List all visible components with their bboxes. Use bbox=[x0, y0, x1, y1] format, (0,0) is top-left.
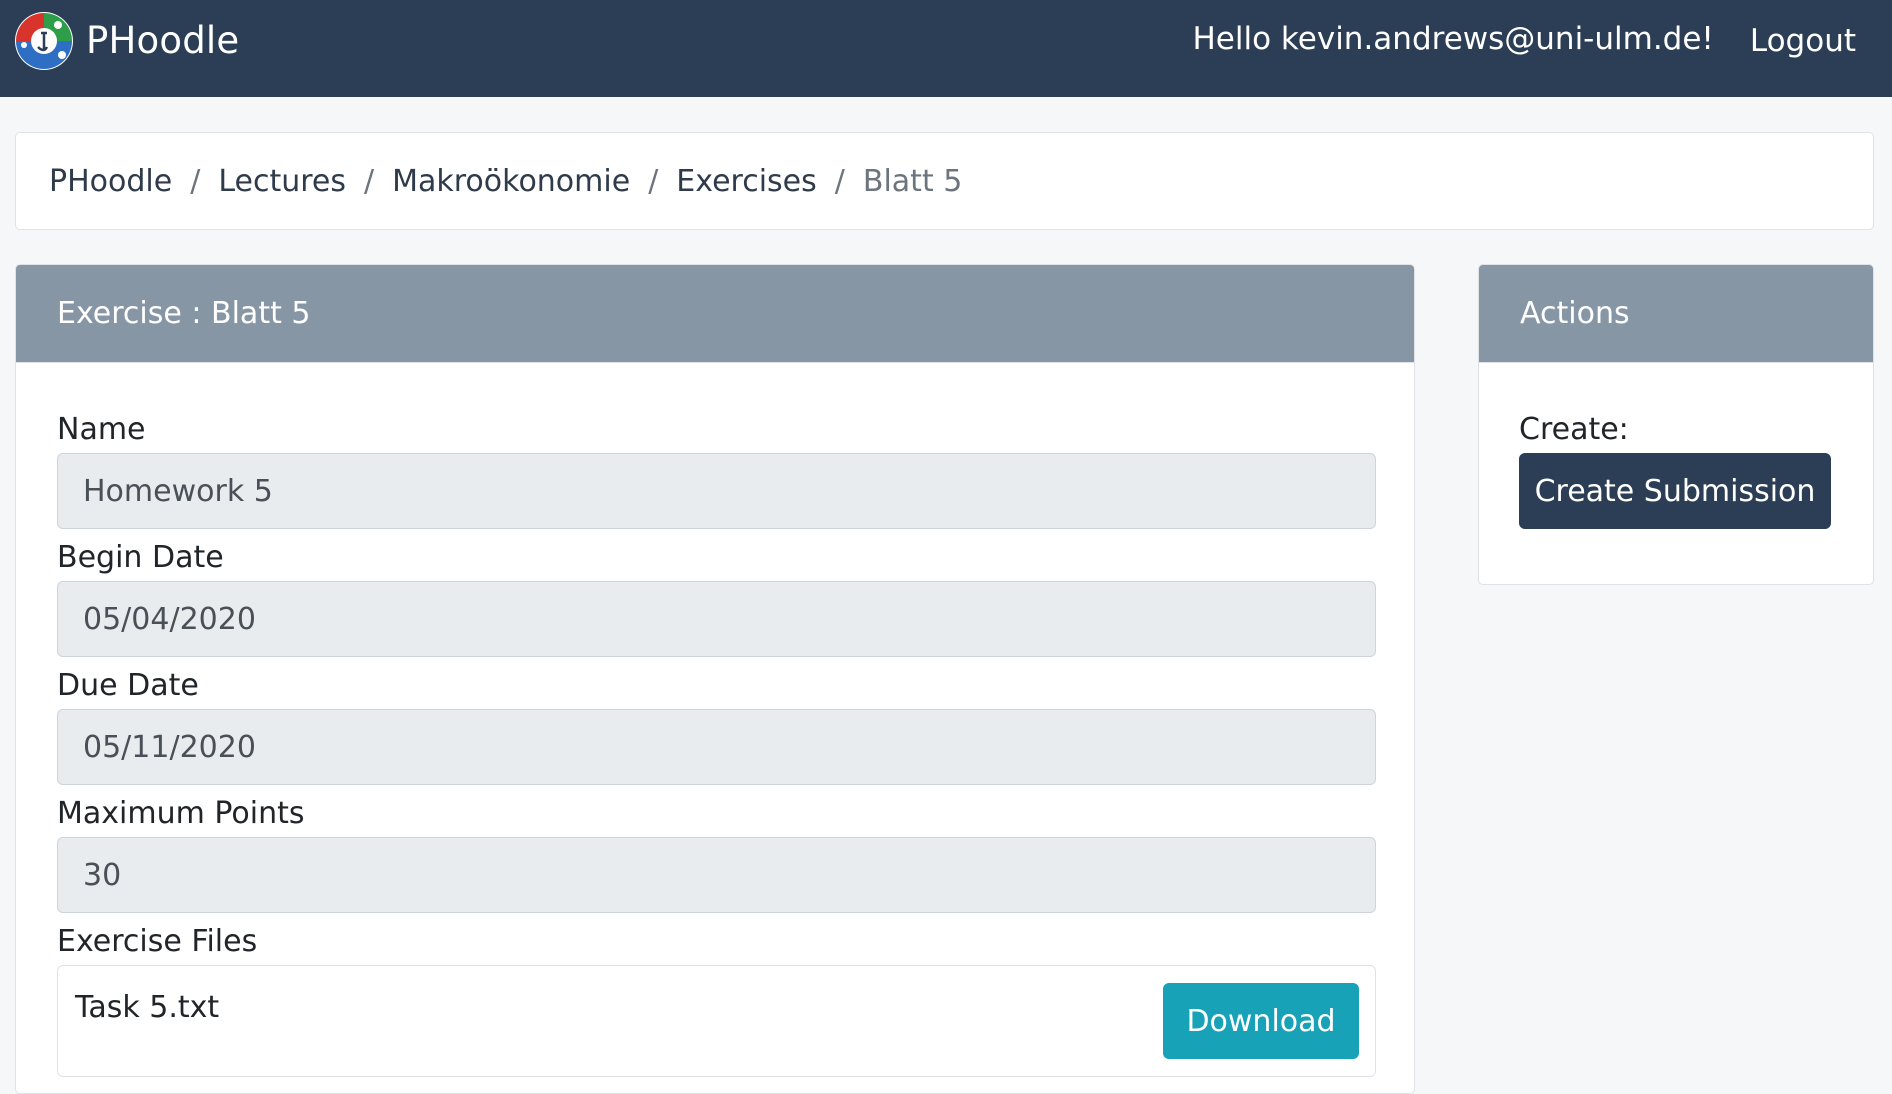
max-points-label: Maximum Points bbox=[57, 796, 305, 831]
exercise-file-item: Task 5.txt Download bbox=[57, 965, 1376, 1077]
brand-link[interactable]: PHoodle bbox=[14, 0, 239, 97]
logout-link[interactable]: Logout bbox=[1750, 23, 1856, 59]
exercise-form: Name Homework 5 Begin Date 05/04/2020 Du… bbox=[16, 363, 1414, 1077]
breadcrumb-item-phoodle[interactable]: PHoodle bbox=[49, 164, 172, 199]
top-navbar: PHoodle Hello kevin.andrews@uni-ulm.de! … bbox=[0, 0, 1892, 97]
breadcrumb-item-current: Blatt 5 bbox=[862, 163, 963, 199]
user-area: Hello kevin.andrews@uni-ulm.de! Logout bbox=[1193, 0, 1857, 97]
breadcrumb-separator: / bbox=[648, 163, 659, 199]
max-points-field: 30 bbox=[57, 837, 1376, 913]
breadcrumb-separator: / bbox=[364, 163, 375, 199]
exercise-files-label: Exercise Files bbox=[57, 924, 258, 959]
exercise-card-header: Exercise : Blatt 5 bbox=[16, 265, 1414, 363]
breadcrumb-item-lecture[interactable]: Makroökonomie bbox=[392, 164, 630, 199]
name-field: Homework 5 bbox=[57, 453, 1376, 529]
due-date-label: Due Date bbox=[57, 668, 199, 703]
create-label: Create: bbox=[1519, 412, 1629, 447]
due-date-field: 05/11/2020 bbox=[57, 709, 1376, 785]
phoodle-logo-icon bbox=[15, 11, 73, 70]
actions-body: Create: Create Submission bbox=[1479, 363, 1873, 577]
breadcrumb-separator: / bbox=[834, 163, 845, 199]
exercise-card: Exercise : Blatt 5 Name Homework 5 Begin… bbox=[15, 264, 1415, 1094]
file-name: Task 5.txt bbox=[75, 990, 220, 1025]
breadcrumb-separator: / bbox=[190, 163, 201, 199]
actions-card-header: Actions bbox=[1479, 265, 1873, 363]
name-label: Name bbox=[57, 412, 146, 447]
breadcrumb: PHoodle / Lectures / Makroökonomie / Exe… bbox=[15, 132, 1874, 230]
breadcrumb-item-lectures[interactable]: Lectures bbox=[218, 164, 346, 199]
actions-card: Actions Create: Create Submission bbox=[1478, 264, 1874, 585]
begin-date-field: 05/04/2020 bbox=[57, 581, 1376, 657]
download-button[interactable]: Download bbox=[1163, 983, 1359, 1059]
begin-date-label: Begin Date bbox=[57, 540, 224, 575]
create-submission-button[interactable]: Create Submission bbox=[1519, 453, 1831, 529]
breadcrumb-item-exercises[interactable]: Exercises bbox=[676, 164, 816, 199]
brand-name[interactable]: PHoodle bbox=[86, 19, 239, 62]
user-greeting: Hello kevin.andrews@uni-ulm.de! bbox=[1192, 20, 1714, 57]
